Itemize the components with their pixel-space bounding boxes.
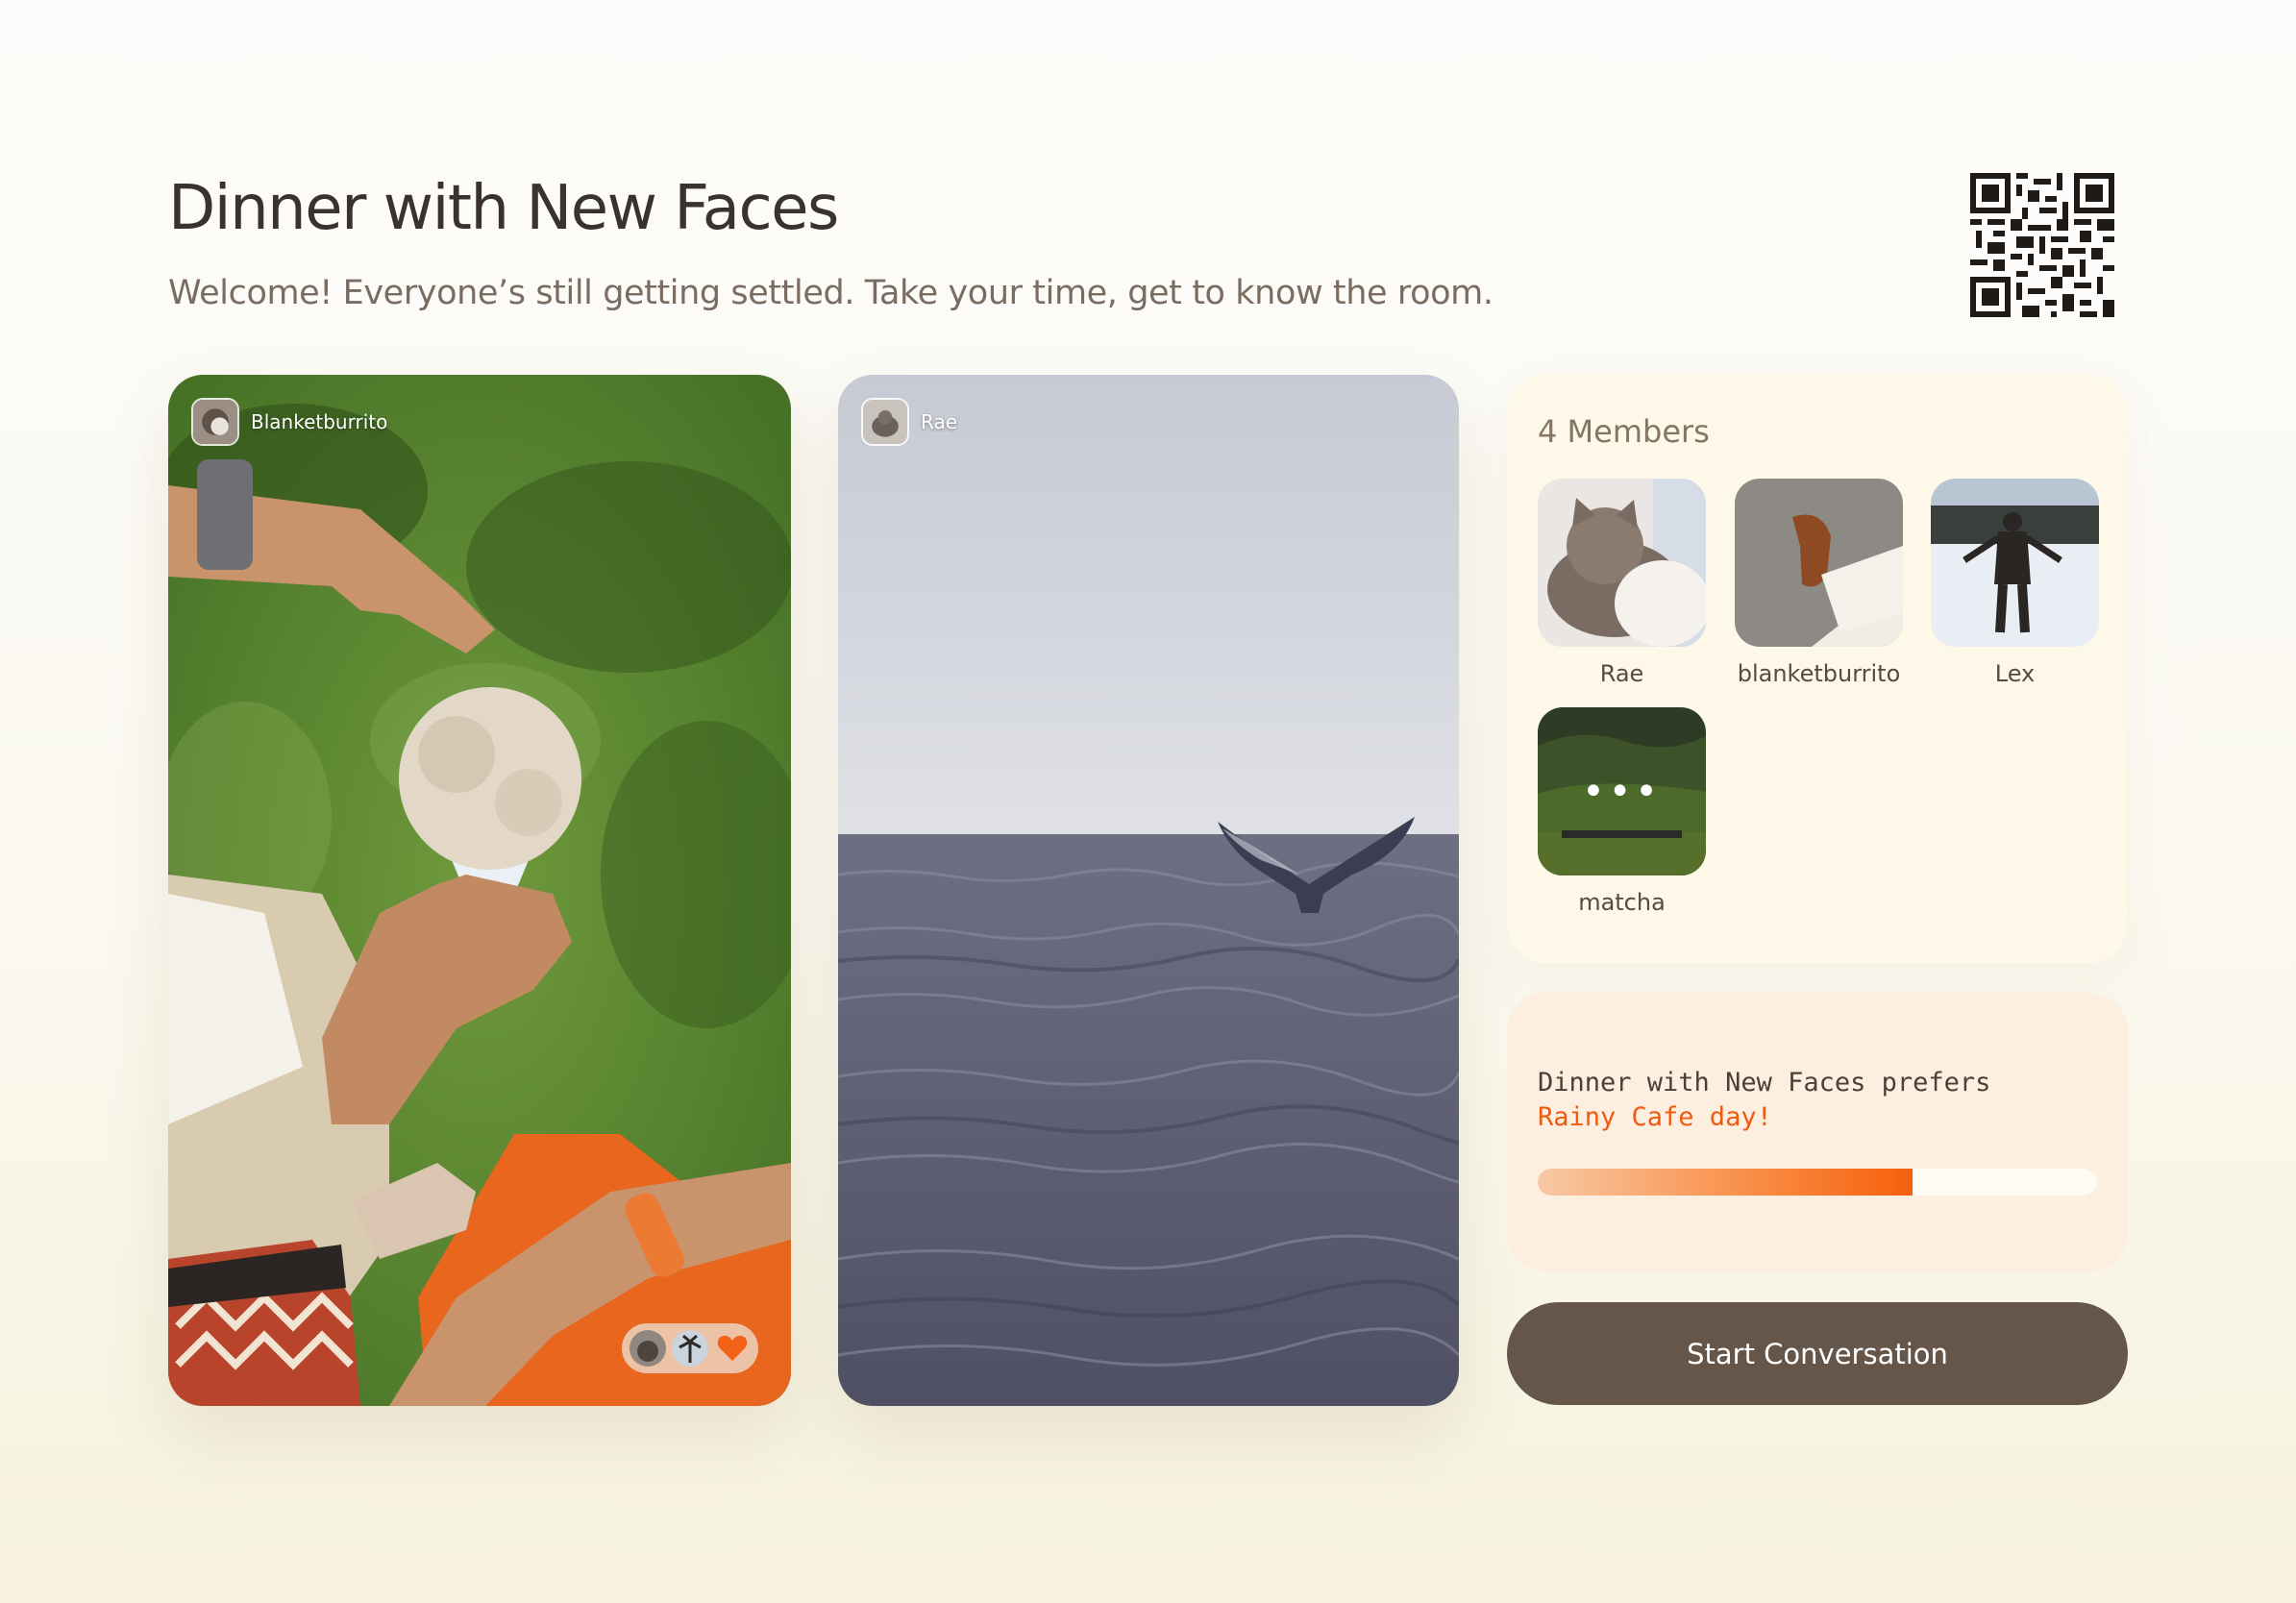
member-name: Rae	[1599, 660, 1644, 687]
post-card-rae[interactable]: Rae	[838, 375, 1459, 1406]
preference-progress-fill	[1538, 1169, 1913, 1196]
heart-icon[interactable]	[714, 1330, 751, 1367]
members-panel: 4 Members Rae blanketburrito Lex ••• mat…	[1507, 375, 2128, 963]
shoe-photo	[1735, 479, 1903, 647]
post-author[interactable]: Blanketburrito	[191, 398, 387, 446]
member-lex[interactable]: Lex	[1931, 479, 2099, 687]
author-name: Rae	[921, 410, 958, 433]
reaction-bar[interactable]	[622, 1323, 758, 1373]
member-name: Lex	[1994, 660, 2036, 687]
preference-text: Dinner with New Faces prefers	[1538, 1068, 1991, 1097]
preference-panel: Dinner with New Faces prefers Rainy Cafe…	[1507, 993, 2128, 1271]
members-count: 4 Members	[1538, 413, 1710, 450]
valley-photo: •••	[1538, 707, 1706, 875]
post-author[interactable]: Rae	[861, 398, 957, 446]
page-subtitle: Welcome! Everyone’s still getting settle…	[168, 274, 1494, 312]
page-title: Dinner with New Faces	[168, 173, 839, 244]
member-matcha[interactable]: ••• matcha	[1538, 707, 1706, 916]
cat-photo	[1538, 479, 1706, 647]
cat-avatar-icon	[630, 1330, 666, 1367]
author-name: Blanketburrito	[251, 410, 388, 433]
author-avatar	[191, 398, 239, 446]
member-name: blanketburrito	[1737, 660, 1901, 687]
member-blanketburrito[interactable]: blanketburrito	[1735, 479, 1903, 687]
typing-indicator: •••	[1582, 769, 1662, 814]
palm-avatar-icon	[672, 1330, 708, 1367]
member-name: matcha	[1578, 889, 1666, 916]
post-card-blanketburrito[interactable]: Blanketburrito	[168, 375, 791, 1406]
snow-person-photo	[1931, 479, 2099, 647]
preference-highlight: Rainy Cafe day!	[1538, 1102, 1772, 1132]
preference-progress-bar	[1538, 1169, 2097, 1196]
whale-tail-ocean-photo	[838, 375, 1459, 1406]
start-conversation-button[interactable]: Start Conversation	[1507, 1302, 2128, 1405]
ice-cream-on-grass-photo	[168, 375, 791, 1406]
member-rae[interactable]: Rae	[1538, 479, 1706, 687]
qr-code-icon[interactable]	[1970, 173, 2114, 317]
author-avatar	[861, 398, 909, 446]
